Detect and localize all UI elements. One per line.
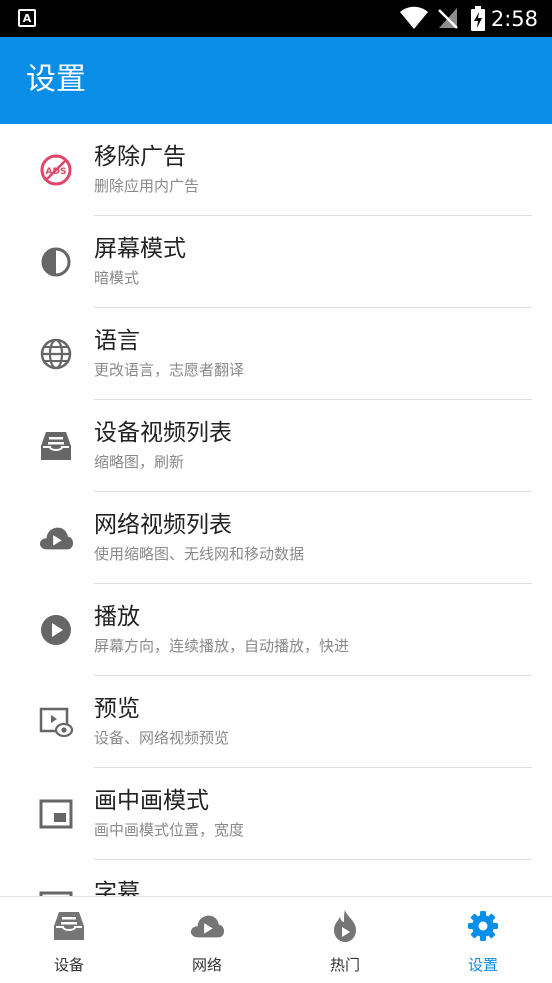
setting-description: 使用缩略图、无线网和移动数据 (94, 545, 305, 563)
setting-device-video-list[interactable]: 设备视频列表 缩略图，刷新 (0, 400, 552, 492)
setting-label: 网络视频列表 (94, 512, 232, 538)
setting-screen-mode[interactable]: 屏幕模式 暗模式 (0, 216, 552, 308)
nav-item-network[interactable]: 网络 (138, 897, 276, 983)
setting-label: 语言 (94, 328, 140, 354)
settings-list[interactable]: ADS 移除广告 删除应用内广告 屏幕模式 暗模式 语言 更改语言，志愿者翻译 … (0, 124, 552, 896)
setting-remove-ads[interactable]: ADS 移除广告 删除应用内广告 (0, 124, 552, 216)
setting-subtitles[interactable]: 字幕 (0, 860, 552, 896)
wifi-icon (400, 6, 428, 29)
status-clock: 2:58 (490, 7, 538, 31)
setting-description: 缩略图，刷新 (94, 453, 185, 471)
setting-label: 预览 (94, 696, 140, 722)
nav-item-hot[interactable]: 热门 (276, 897, 414, 983)
nav-label: 网络 (191, 956, 222, 974)
app-notification-icon: A (18, 9, 36, 27)
cloud-play-icon (189, 909, 225, 943)
setting-label: 屏幕模式 (94, 236, 186, 262)
setting-pip-mode[interactable]: 画中画模式 画中画模式位置，宽度 (0, 768, 552, 860)
setting-label: 画中画模式 (94, 788, 209, 814)
picture-in-picture-icon (38, 796, 74, 832)
nav-label: 设置 (467, 956, 498, 974)
setting-description: 设备、网络视频预览 (94, 729, 230, 747)
flame-play-icon (327, 909, 363, 943)
nav-item-settings[interactable]: 设置 (414, 897, 552, 983)
bottom-navigation: 设备 网络 热门 设置 (0, 896, 552, 983)
setting-description: 屏幕方向，连续播放，自动播放，快进 (94, 637, 350, 655)
setting-label: 字幕 (94, 880, 140, 896)
cloud-play-icon (38, 520, 74, 556)
setting-preview[interactable]: 预览 设备、网络视频预览 (0, 676, 552, 768)
setting-language[interactable]: 语言 更改语言，志愿者翻译 (0, 308, 552, 400)
gear-icon (465, 909, 501, 943)
setting-label: 播放 (94, 604, 140, 630)
ads-off-icon: ADS (38, 152, 74, 188)
setting-description: 更改语言，志愿者翻译 (94, 361, 245, 379)
setting-playback[interactable]: 播放 屏幕方向，连续播放，自动播放，快进 (0, 584, 552, 676)
setting-network-video-list[interactable]: 网络视频列表 使用缩略图、无线网和移动数据 (0, 492, 552, 584)
globe-icon (38, 336, 74, 372)
inbox-tray-icon (51, 909, 87, 943)
subtitles-icon (38, 888, 74, 896)
setting-description: 画中画模式位置，宽度 (94, 821, 245, 839)
contrast-icon (38, 244, 74, 280)
battery-charging-icon (471, 6, 485, 31)
nav-label: 热门 (329, 956, 360, 974)
page-title: 设置 (26, 62, 86, 97)
no-signal-icon (438, 8, 458, 29)
setting-label: 设备视频列表 (94, 420, 232, 446)
nav-item-device[interactable]: 设备 (0, 897, 138, 983)
nav-label: 设备 (53, 956, 84, 974)
svg-text:ADS: ADS (46, 167, 67, 177)
status-bar: A 2:58 (0, 0, 552, 37)
app-bar: 设置 (0, 37, 552, 124)
play-circle-icon (38, 612, 74, 648)
inbox-tray-icon (38, 428, 74, 464)
setting-description: 删除应用内广告 (94, 177, 200, 195)
preview-eye-icon (38, 704, 74, 740)
setting-label: 移除广告 (94, 144, 186, 170)
setting-description: 暗模式 (94, 269, 140, 287)
